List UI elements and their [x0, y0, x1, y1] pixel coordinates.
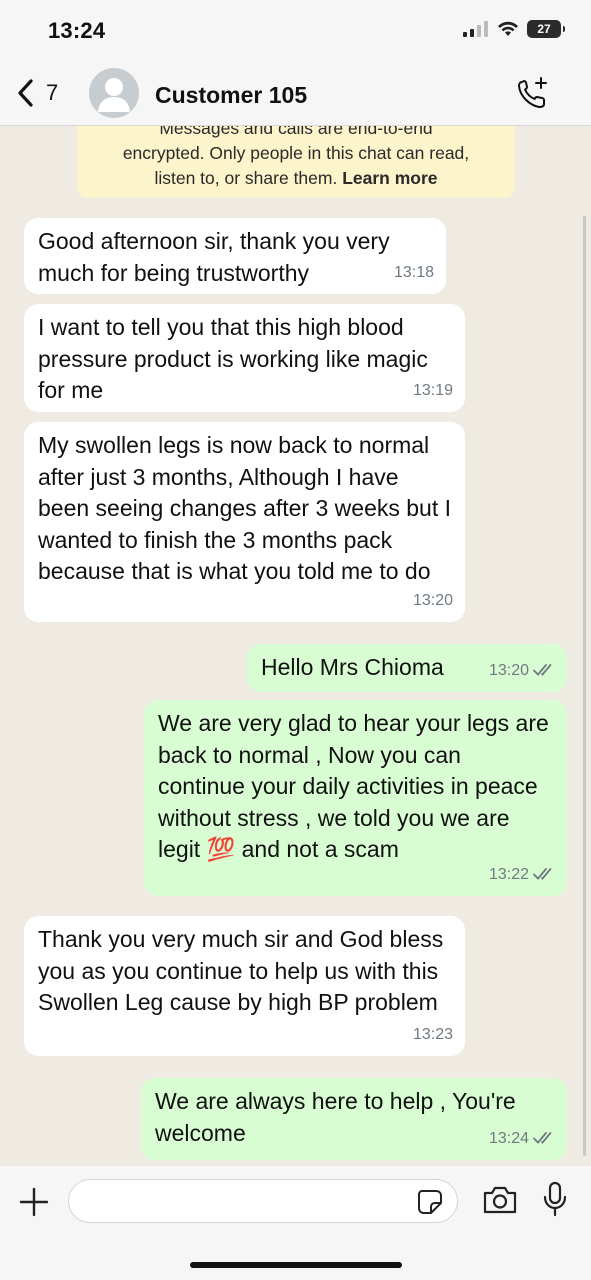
- attach-button[interactable]: [18, 1186, 50, 1223]
- message-bubble[interactable]: Thank you very much sir and God bless yo…: [24, 916, 465, 1056]
- battery-indicator: 27: [527, 20, 565, 38]
- message-time: 13:23: [412, 1025, 453, 1043]
- camera-icon: [483, 1186, 517, 1214]
- status-time: 13:24: [48, 18, 106, 43]
- message-bubble[interactable]: Hello Mrs Chioma 13:20: [247, 644, 567, 692]
- message-time: 13:20: [412, 591, 453, 609]
- sticker-icon: [418, 1190, 442, 1214]
- chevron-left-icon: [18, 79, 33, 107]
- double-check-icon: [533, 1132, 552, 1145]
- message-input[interactable]: [68, 1179, 458, 1223]
- chat-header: 7 Customer 105: [0, 60, 591, 126]
- message-text: I want to tell you that this high blood …: [38, 314, 428, 403]
- signal-icon: [463, 21, 488, 37]
- message-time: 13:18: [393, 263, 434, 281]
- encryption-notice[interactable]: Messages and calls are end-to-end encryp…: [77, 126, 515, 198]
- message-meta: 13:18: [394, 257, 434, 289]
- message-text: My swollen legs is now back to normal af…: [38, 432, 452, 584]
- message-text: Thank you very much sir and God bless yo…: [38, 926, 444, 1015]
- learn-more-link[interactable]: Learn more: [342, 168, 437, 188]
- encryption-notice-text: listen to, or share them.: [154, 168, 338, 188]
- message-meta: 13:20: [489, 655, 555, 687]
- encryption-notice-line-1: Messages and calls are end-to-end: [159, 126, 433, 138]
- message-time: 13:24: [488, 1129, 529, 1147]
- microphone-icon: [543, 1181, 567, 1217]
- status-bar: 13:24 27: [0, 0, 591, 60]
- scrollbar[interactable]: [583, 216, 586, 1156]
- message-composer: [0, 1166, 591, 1280]
- home-indicator: [190, 1262, 402, 1268]
- microphone-button[interactable]: [542, 1181, 568, 1222]
- phone-plus-icon: [518, 77, 547, 108]
- chat-area[interactable]: Messages and calls are end-to-end encryp…: [0, 126, 591, 1166]
- add-call-button[interactable]: [515, 76, 551, 117]
- message-time: 13:22: [488, 865, 529, 883]
- back-button[interactable]: 7: [16, 78, 58, 108]
- message-meta: 13:19: [413, 375, 453, 407]
- double-check-icon: [533, 868, 552, 881]
- message-text: Good afternoon sir, thank you very much …: [38, 228, 390, 286]
- message-meta: 13:24: [489, 1123, 555, 1155]
- plus-icon: [19, 1187, 49, 1217]
- message-time: 13:20: [488, 661, 529, 679]
- message-bubble[interactable]: We are always here to help , You're welc…: [141, 1078, 567, 1160]
- camera-button[interactable]: [482, 1185, 518, 1220]
- message-time: 13:19: [412, 381, 453, 399]
- wifi-icon: [498, 21, 518, 36]
- message-bubble[interactable]: My swollen legs is now back to normal af…: [24, 422, 465, 622]
- message-meta: 13:22: [489, 859, 555, 891]
- message-bubble[interactable]: We are very glad to hear your legs are b…: [144, 700, 567, 896]
- double-check-icon: [533, 664, 552, 677]
- message-text: We are very glad to hear your legs are b…: [158, 710, 549, 862]
- sticker-button[interactable]: [417, 1189, 443, 1220]
- message-bubble[interactable]: I want to tell you that this high blood …: [24, 304, 465, 412]
- unread-count: 7: [46, 80, 59, 105]
- message-meta: 13:20: [413, 585, 453, 617]
- encryption-notice-line-2: encrypted. Only people in this chat can …: [122, 143, 470, 163]
- message-bubble[interactable]: Good afternoon sir, thank you very much …: [24, 218, 446, 294]
- message-meta: 13:23: [413, 1019, 453, 1051]
- default-avatar-icon: [98, 78, 130, 112]
- status-icons: 27: [463, 20, 565, 38]
- avatar[interactable]: [89, 68, 139, 118]
- encryption-notice-line-3: listen to, or share them. Learn more: [77, 166, 515, 191]
- contact-name[interactable]: Customer 105: [155, 82, 307, 109]
